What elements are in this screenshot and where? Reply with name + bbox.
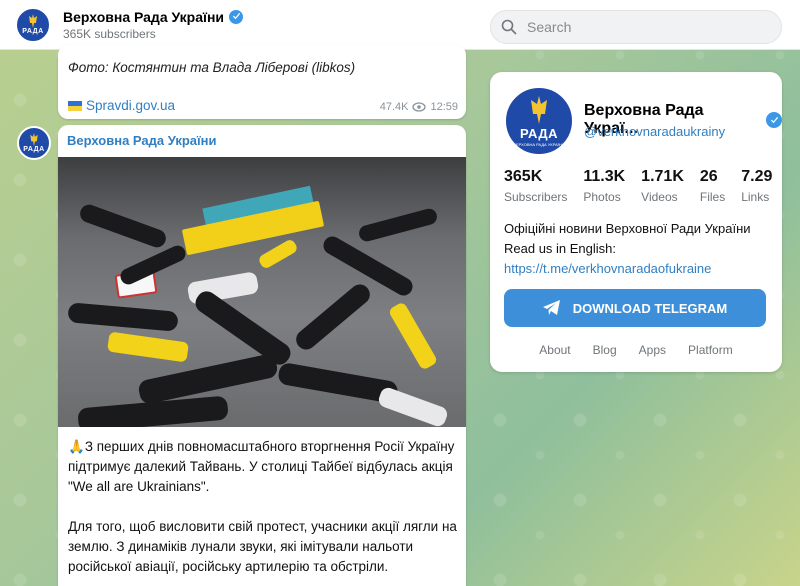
download-telegram-button[interactable]: DOWNLOAD TELEGRAM xyxy=(504,289,766,327)
eye-icon xyxy=(412,102,427,112)
message-meta: 47.4K 12:59 xyxy=(380,101,458,113)
description-line-2: Read us in English: xyxy=(504,241,617,256)
download-button-label: DOWNLOAD TELEGRAM xyxy=(572,300,728,316)
footer-link-about[interactable]: About xyxy=(539,343,570,357)
view-count: 47.4K xyxy=(379,101,409,113)
message-text: 🙏З перших днів повномасштабного вторгнен… xyxy=(68,437,463,497)
stat-label: Links xyxy=(741,190,770,204)
channel-info[interactable]: Верховна Рада України 365K subscribers xyxy=(63,8,244,41)
message-time: 12:59 xyxy=(430,101,458,113)
photo-figure xyxy=(357,206,439,244)
footer-link-blog[interactable]: Blog xyxy=(593,343,617,357)
photo-figure xyxy=(292,280,374,354)
verified-icon xyxy=(766,112,782,128)
channel-description: Офіційні новини Верховної Ради України R… xyxy=(504,219,751,279)
description-line-1: Офіційні новини Верховної Ради України xyxy=(504,221,751,236)
footer-links: About Blog Apps Platform xyxy=(490,343,782,357)
photo-figure xyxy=(387,301,439,371)
subscriber-count: 365K subscribers xyxy=(63,26,156,41)
photo-figure xyxy=(257,237,299,271)
footer-link-platform[interactable]: Platform xyxy=(688,343,733,357)
stat-label: Files xyxy=(699,190,726,204)
message-paragraph-1: З перших днів повномасштабного вторгненн… xyxy=(68,439,455,494)
stat-value: 365K xyxy=(504,168,543,185)
source-link-text[interactable]: Spravdi.gov.ua xyxy=(86,98,175,113)
avatar-sublabel: ВЕРХОВНА РАДА УКРАЇНИ xyxy=(513,141,565,147)
search-box[interactable] xyxy=(490,10,782,44)
stat-value: 1.71K xyxy=(641,168,684,185)
footer-link-apps[interactable]: Apps xyxy=(639,343,666,357)
pray-emoji-icon: 🙏 xyxy=(68,439,85,454)
panel-avatar: РАДА ВЕРХОВНА РАДА УКРАЇНИ xyxy=(504,86,574,156)
stat-value: 11.3K xyxy=(583,168,626,185)
trident-icon xyxy=(30,133,38,146)
message-bubble: Фото: Костянтин та Влада Ліберові (libko… xyxy=(58,45,466,119)
message-photo[interactable] xyxy=(58,157,466,427)
channel-avatar[interactable]: РАДА xyxy=(15,6,51,43)
stat-label: Subscribers xyxy=(504,190,568,204)
avatar-label: РАДА xyxy=(22,28,44,35)
photo-figure xyxy=(77,202,169,250)
source-link[interactable]: Spravdi.gov.ua xyxy=(68,98,175,113)
channel-info-panel: РАДА ВЕРХОВНА РАДА УКРАЇНИ Верховна Рада… xyxy=(490,72,782,372)
description-link[interactable]: https://t.me/verkhovnaradaofukraine xyxy=(504,259,751,279)
message-sender[interactable]: Верховна Рада України xyxy=(67,133,217,148)
message-bubble: Верховна Рада України 🙏З перших днів пов… xyxy=(58,125,466,586)
trident-icon xyxy=(531,95,547,124)
search-icon xyxy=(501,19,517,35)
stat-value: 26 xyxy=(699,168,718,185)
verified-icon xyxy=(229,9,244,24)
photo-figure xyxy=(106,331,190,363)
channel-stats: 365K Subscribers 11.3K Photos 1.71K Vide… xyxy=(504,168,782,204)
stat-files[interactable]: 26 Files xyxy=(700,168,725,204)
channel-name: Верховна Рада України xyxy=(63,8,225,25)
stat-videos[interactable]: 1.71K Videos xyxy=(641,168,684,204)
photo-figure xyxy=(191,287,295,369)
stat-subscribers[interactable]: 365K Subscribers xyxy=(504,168,567,204)
stat-links[interactable]: 7.29 Links xyxy=(741,168,772,204)
message-paragraph-2: Для того, щоб висловити свій протест, уч… xyxy=(68,519,457,574)
chat-header: РАДА Верховна Рада України 365K subscrib… xyxy=(0,0,800,50)
search-input[interactable] xyxy=(527,19,767,35)
stat-photos[interactable]: 11.3K Photos xyxy=(583,168,625,204)
channel-handle[interactable]: @verkhovnaradaukrainy xyxy=(584,124,725,139)
photo-figure xyxy=(67,302,179,332)
stat-value: 7.29 xyxy=(741,168,773,185)
stat-label: Photos xyxy=(583,190,621,204)
avatar-label: РАДА xyxy=(519,125,559,141)
ukraine-flag-icon xyxy=(68,100,82,111)
photo-figure xyxy=(376,385,450,427)
trident-icon xyxy=(29,14,37,28)
sender-avatar[interactable]: РАДА xyxy=(17,126,51,160)
stat-label: Videos xyxy=(641,190,678,204)
avatar-label: РАДА xyxy=(23,146,45,153)
photo-caption: Фото: Костянтин та Влада Ліберові (libko… xyxy=(68,60,356,75)
telegram-plane-icon xyxy=(542,300,560,315)
